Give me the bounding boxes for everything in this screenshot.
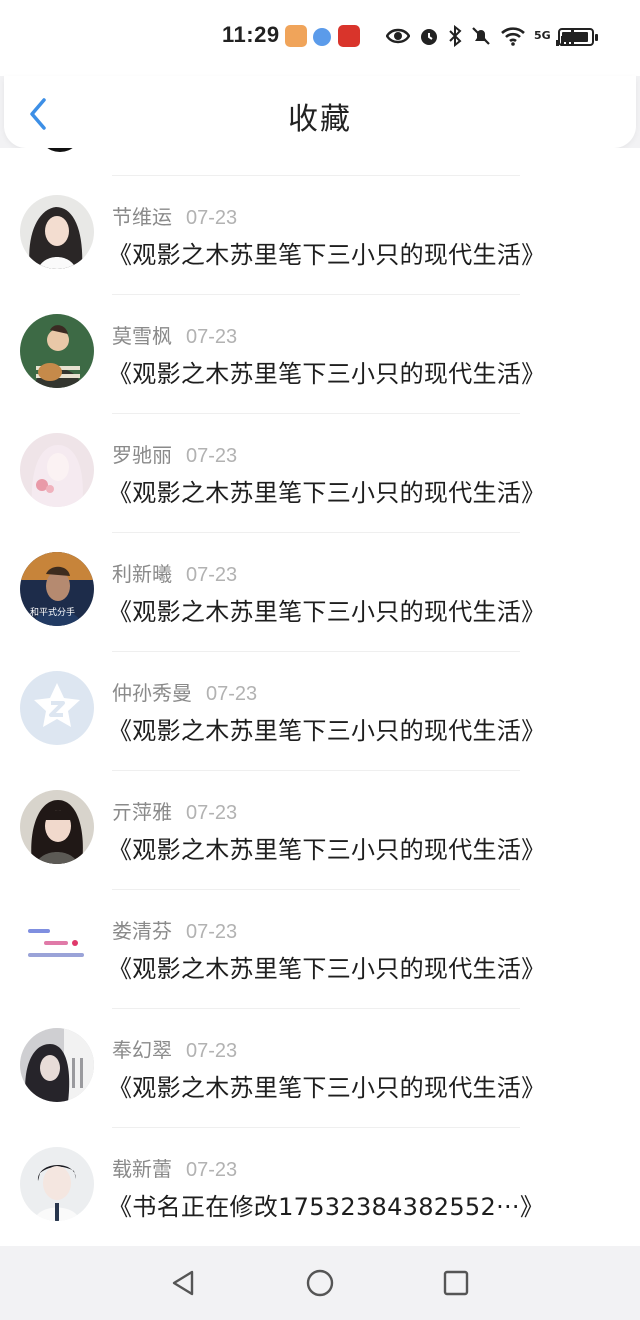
item-date: 07-23 xyxy=(206,683,258,705)
network-type-label: 5G xyxy=(534,29,551,42)
avatar[interactable] xyxy=(20,1028,94,1102)
avatar[interactable]: 和平式分手 xyxy=(20,552,94,626)
item-meta: 利新曦 07-23 xyxy=(112,558,237,587)
status-time: 11:29 xyxy=(222,22,280,47)
item-meta: 节维运 07-23 xyxy=(112,201,237,230)
app-notification-icon xyxy=(338,25,360,47)
item-meta: 仲孙秀曼 07-23 xyxy=(112,677,257,706)
wifi-icon xyxy=(501,27,525,46)
avatar[interactable] xyxy=(20,909,94,983)
avatar[interactable] xyxy=(20,790,94,864)
avatar[interactable] xyxy=(20,1147,94,1221)
list-item[interactable]: 罗驰丽 07-23 《观影之木苏里笔下三小只的现代生活》 xyxy=(0,413,640,532)
user-name: 莫雪枫 xyxy=(112,324,172,348)
user-name: 奉幻翠 xyxy=(112,1038,172,1062)
book-title[interactable]: 《书名正在修改17532384382552···》 xyxy=(108,1187,544,1222)
mute-icon xyxy=(472,27,490,45)
avatar[interactable] xyxy=(20,433,94,507)
eye-icon xyxy=(386,28,410,44)
list-item[interactable]: 奉幻翠 07-23 《观影之木苏里笔下三小只的现代生活》 xyxy=(0,1008,640,1127)
list-item[interactable]: 和平式分手 利新曦 07-23 《观影之木苏里笔下三小只的现代生活》 xyxy=(0,532,640,651)
nav-recents-button[interactable] xyxy=(441,1268,471,1298)
bluetooth-icon xyxy=(449,25,462,47)
system-nav-bar xyxy=(0,1246,640,1320)
app-header: 收藏 xyxy=(4,76,636,148)
list-item[interactable]: 娄清芬 07-23 《观影之木苏里笔下三小只的现代生活》 xyxy=(0,889,640,1008)
list-item[interactable]: 节维运 07-23 《观影之木苏里笔下三小只的现代生活》 xyxy=(0,175,640,294)
book-title[interactable]: 《观影之木苏里笔下三小只的现代生活》 xyxy=(108,1068,545,1103)
favorites-list: 节维运 07-23 《观影之木苏里笔下三小只的现代生活》 莫雪枫 07-23 《观影… xyxy=(0,148,640,1246)
item-date: 07-23 xyxy=(186,921,238,943)
book-title[interactable]: 《观影之木苏里笔下三小只的现代生活》 xyxy=(108,711,545,746)
book-title[interactable]: 《观影之木苏里笔下三小只的现代生活》 xyxy=(108,830,545,865)
item-meta: 罗驰丽 07-23 xyxy=(112,439,237,468)
item-meta: 奉幻翠 07-23 xyxy=(112,1034,237,1063)
avatar[interactable] xyxy=(20,195,94,269)
app-notification-icon xyxy=(285,25,307,47)
user-name: 节维运 xyxy=(112,205,172,229)
list-item[interactable]: 亓萍雅 07-23 《观影之木苏里笔下三小只的现代生活》 xyxy=(0,770,640,889)
app-notification-icon xyxy=(313,28,331,46)
book-title[interactable]: 《观影之木苏里笔下三小只的现代生活》 xyxy=(108,235,545,270)
book-title[interactable]: 《观影之木苏里笔下三小只的现代生活》 xyxy=(108,592,545,627)
nav-home-button[interactable] xyxy=(305,1268,335,1298)
battery-level xyxy=(562,32,588,42)
home-circle-icon xyxy=(306,1269,334,1297)
list-item[interactable]: 载新蕾 07-23 《书名正在修改17532384382552···》 xyxy=(0,1127,640,1246)
battery-icon xyxy=(558,28,598,46)
alarm-icon xyxy=(421,29,437,45)
back-triangle-icon xyxy=(172,1270,194,1296)
user-name: 娄清芬 xyxy=(112,919,172,943)
user-name: 仲孙秀曼 xyxy=(112,681,192,705)
item-date: 07-23 xyxy=(186,1159,238,1181)
item-meta: 载新蕾 07-23 xyxy=(112,1153,237,1182)
user-name: 罗驰丽 xyxy=(112,443,172,467)
avatar-caption: 和平式分手 xyxy=(30,608,76,618)
avatar[interactable] xyxy=(20,671,94,745)
page-title: 收藏 xyxy=(288,102,352,137)
user-name: 利新曦 xyxy=(112,562,172,586)
avatar[interactable] xyxy=(20,314,94,388)
list-item[interactable]: 莫雪枫 07-23 《观影之木苏里笔下三小只的现代生活》 xyxy=(0,294,640,413)
item-meta: 莫雪枫 07-23 xyxy=(112,320,237,349)
status-icons: 5G xyxy=(386,22,577,50)
book-title[interactable]: 《观影之木苏里笔下三小只的现代生活》 xyxy=(108,473,545,508)
user-name: 载新蕾 xyxy=(112,1157,172,1181)
nav-back-button[interactable] xyxy=(168,1268,198,1298)
item-meta: 亓萍雅 07-23 xyxy=(112,796,237,825)
item-date: 07-23 xyxy=(186,564,238,586)
item-date: 07-23 xyxy=(186,445,238,467)
book-title[interactable]: 《观影之木苏里笔下三小只的现代生活》 xyxy=(108,949,545,984)
recents-square-icon xyxy=(443,1270,469,1296)
item-meta: 娄清芬 07-23 xyxy=(112,915,237,944)
user-name: 亓萍雅 xyxy=(112,800,172,824)
avatar xyxy=(38,148,82,152)
item-date: 07-23 xyxy=(186,802,238,824)
item-date: 07-23 xyxy=(186,207,238,229)
list-item[interactable]: 仲孙秀曼 07-23 《观影之木苏里笔下三小只的现代生活》 xyxy=(0,651,640,770)
item-date: 07-23 xyxy=(186,1040,238,1062)
book-title[interactable]: 《观影之木苏里笔下三小只的现代生活》 xyxy=(108,354,545,389)
status-bar: 11:29 5G xyxy=(0,0,640,76)
item-date: 07-23 xyxy=(186,326,238,348)
